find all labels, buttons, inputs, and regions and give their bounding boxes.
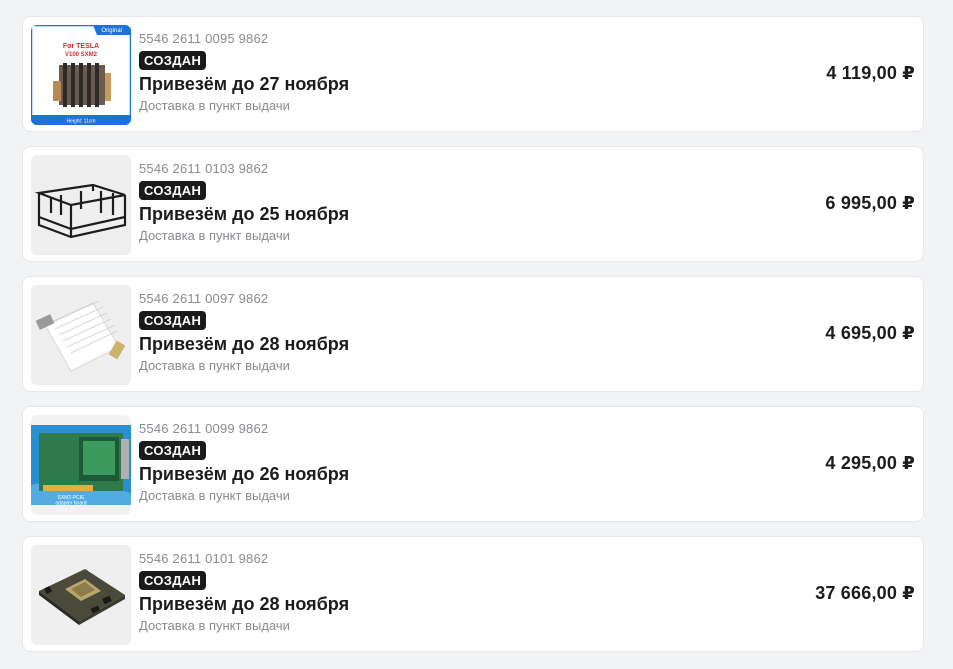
delivery-eta: Привезём до 25 ноября [139, 204, 350, 224]
order-price: 4 695,00 ₽ [825, 323, 915, 343]
delivery-method: Доставка в пункт выдачи [139, 98, 290, 113]
status-badge: СОЗДАН [139, 311, 207, 330]
delivery-method: Доставка в пункт выдачи [139, 618, 290, 633]
delivery-eta: Привезём до 26 ноября [139, 464, 350, 484]
order-info: 5546 2611 0099 9862 СОЗДАН Привезём до 2… [139, 421, 349, 505]
status-badge: СОЗДАН [139, 181, 207, 200]
order-card[interactable]: 5546 2611 0097 9862 СОЗДАН Привезём до 2… [22, 276, 924, 392]
delivery-eta: Привезём до 27 ноября [139, 74, 350, 94]
pcie-adapter-board-product-image[interactable]: SXM2-PCIE adapter board [31, 415, 131, 515]
mining-frame-product-image[interactable] [31, 155, 131, 255]
delivery-method: Доставка в пункт выдачи [139, 228, 290, 243]
delivery-eta: Привезём до 28 ноября [139, 594, 350, 614]
order-number: 5546 2611 0101 9862 [139, 551, 269, 566]
gpu-module-product-image[interactable] [31, 545, 131, 645]
gpu-heatsink-product-image[interactable]: Original For TESLA V100 SXM2 Height: 11c… [31, 25, 131, 125]
svg-text:Original: Original [101, 28, 122, 34]
delivery-method: Доставка в пункт выдачи [139, 488, 290, 503]
order-number: 5546 2611 0103 9862 [139, 161, 269, 176]
status-badge: СОЗДАН [139, 571, 207, 590]
order-number: 5546 2611 0097 9862 [139, 291, 269, 306]
order-card[interactable]: Original For TESLA V100 SXM2 Height: 11c… [22, 16, 924, 132]
order-price: 4 119,00 ₽ [826, 63, 915, 83]
order-info: 5546 2611 0103 9862 СОЗДАН Привезём до 2… [139, 161, 349, 245]
order-price: 6 995,00 ₽ [825, 193, 915, 213]
svg-text:adapter board: adapter board [55, 501, 86, 507]
order-card[interactable]: SXM2-PCIE adapter board 5546 2611 0099 9… [22, 406, 924, 522]
order-info: 5546 2611 0101 9862 СОЗДАН Привезём до 2… [139, 551, 349, 635]
order-number: 5546 2611 0099 9862 [139, 421, 269, 436]
order-card[interactable]: 5546 2611 0103 9862 СОЗДАН Привезём до 2… [22, 146, 924, 262]
status-badge: СОЗДАН [139, 51, 207, 70]
riser-cable-product-image[interactable] [31, 285, 131, 385]
order-card[interactable]: 5546 2611 0101 9862 СОЗДАН Привезём до 2… [22, 536, 924, 652]
order-number: 5546 2611 0095 9862 [139, 31, 269, 46]
status-badge: СОЗДАН [139, 441, 207, 460]
order-price: 4 295,00 ₽ [825, 453, 915, 473]
order-info: 5546 2611 0095 9862 СОЗДАН Привезём до 2… [139, 31, 349, 115]
delivery-eta: Привезём до 28 ноября [139, 334, 350, 354]
svg-text:V100 SXM2: V100 SXM2 [65, 52, 98, 58]
svg-text:Height: 11cm: Height: 11cm [66, 119, 95, 125]
order-price: 37 666,00 ₽ [815, 583, 915, 603]
svg-text:For TESLA: For TESLA [63, 43, 99, 50]
delivery-method: Доставка в пункт выдачи [139, 358, 290, 373]
order-info: 5546 2611 0097 9862 СОЗДАН Привезём до 2… [139, 291, 349, 375]
